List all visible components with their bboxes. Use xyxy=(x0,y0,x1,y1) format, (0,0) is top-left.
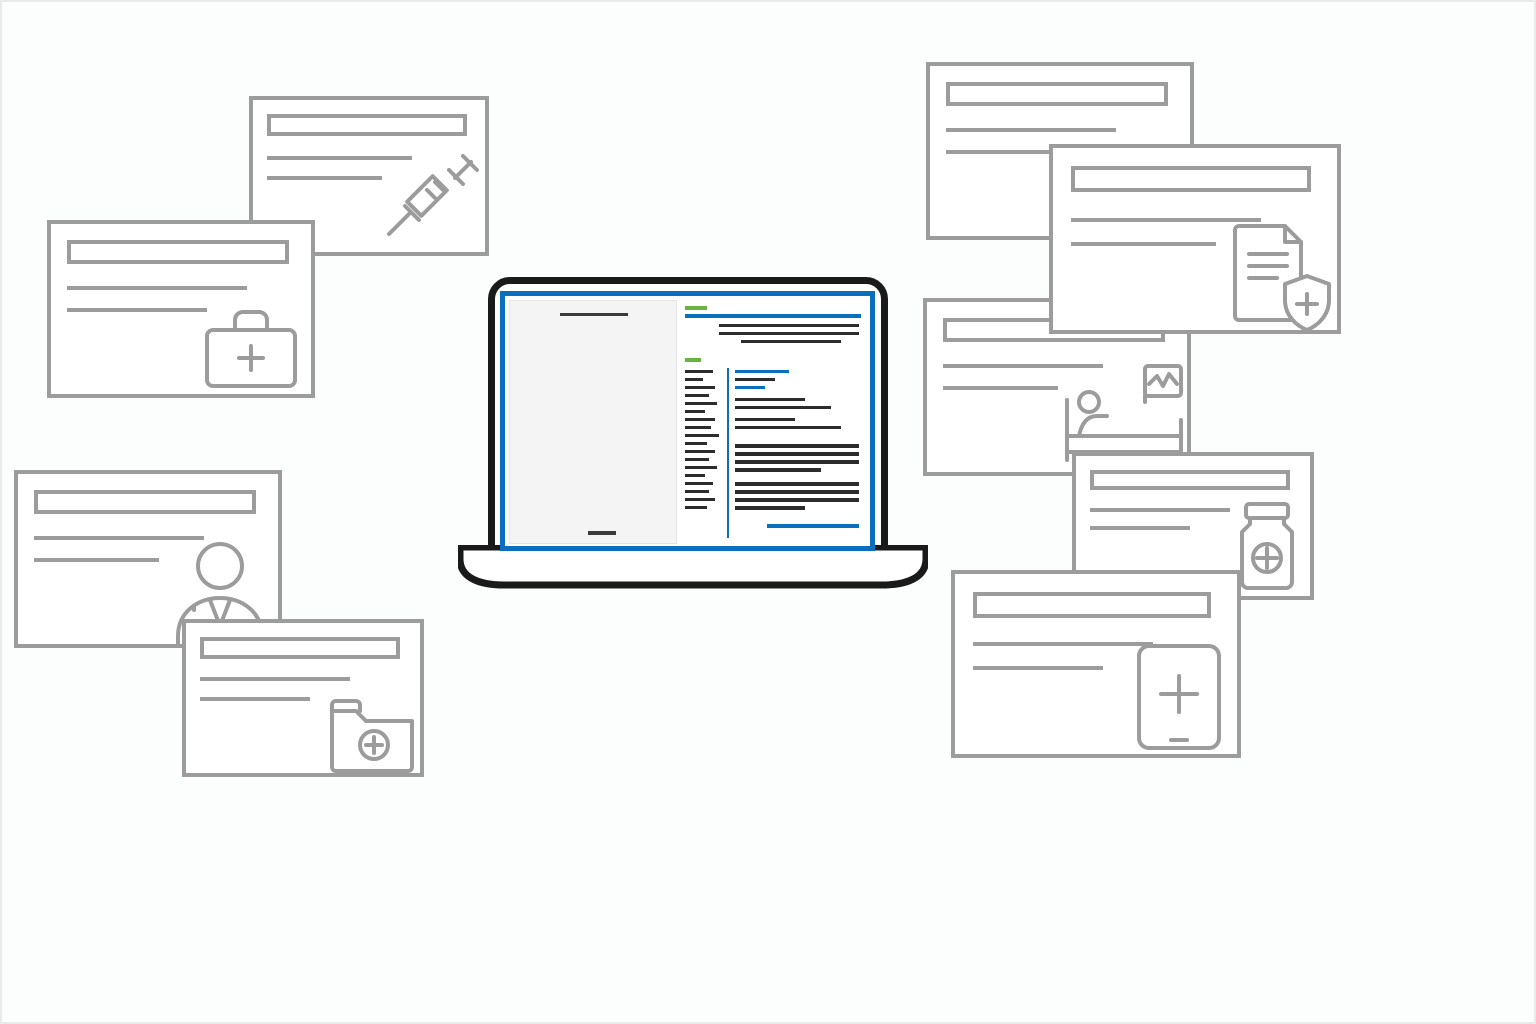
document-shield-icon xyxy=(1229,220,1339,332)
medical-tablet-icon xyxy=(1131,640,1227,754)
laptop-base xyxy=(458,545,928,589)
medical-bag-icon xyxy=(201,306,301,394)
app-right-pane xyxy=(681,300,867,544)
app-left-pane xyxy=(509,300,677,544)
record-card-folder xyxy=(182,619,424,777)
medical-folder-icon xyxy=(326,695,418,773)
laptop-screen xyxy=(500,291,875,551)
laptop xyxy=(458,277,928,602)
record-card-tablet xyxy=(951,570,1241,758)
record-card-insurance xyxy=(1049,144,1341,334)
diagram-canvas xyxy=(0,0,1536,1024)
pill-bottle-icon xyxy=(1232,498,1302,596)
syringe-icon xyxy=(383,150,483,250)
record-card-medical-bag xyxy=(47,220,315,398)
